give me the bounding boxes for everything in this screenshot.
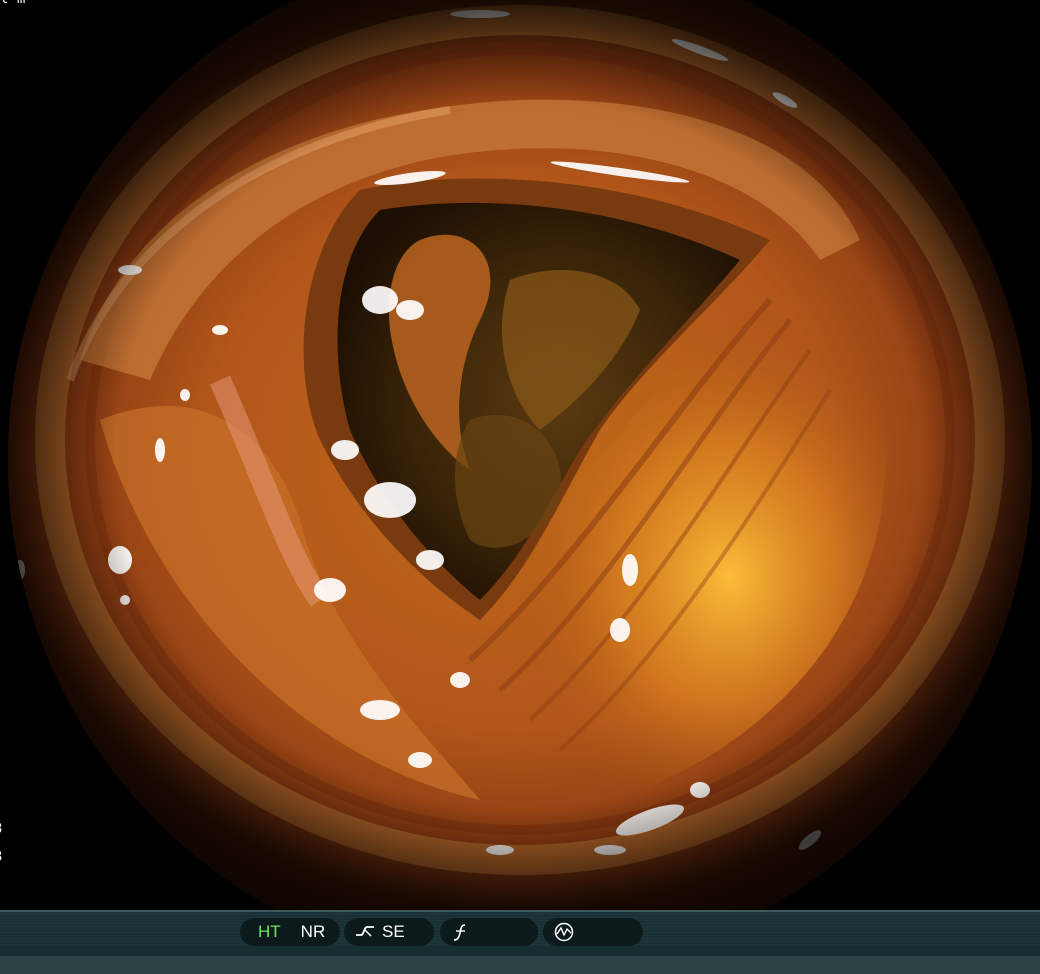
status-bar: HT NR SE [0,910,1040,974]
corner-info-left-2: 3 [0,850,2,864]
endoscopy-screen: l m 3 3 HT NR SE [0,0,1040,974]
ht-nr-indicator: HT NR [240,918,340,946]
ht-label: HT [258,922,281,941]
waveform-indicator [543,918,643,946]
waveform-circle-icon [554,922,574,942]
se-label: SE [382,922,405,941]
tone-curve-icon [356,926,374,937]
enhancement-f-icon [453,924,466,941]
endoscopic-field [8,0,1032,910]
corner-info-top: l m [0,0,25,6]
enhancement-indicator [440,918,538,946]
endoscopic-image [8,0,1032,910]
nr-label: NR [300,922,326,941]
corner-info-left-1: 3 [0,822,2,836]
se-indicator: SE [344,918,434,946]
